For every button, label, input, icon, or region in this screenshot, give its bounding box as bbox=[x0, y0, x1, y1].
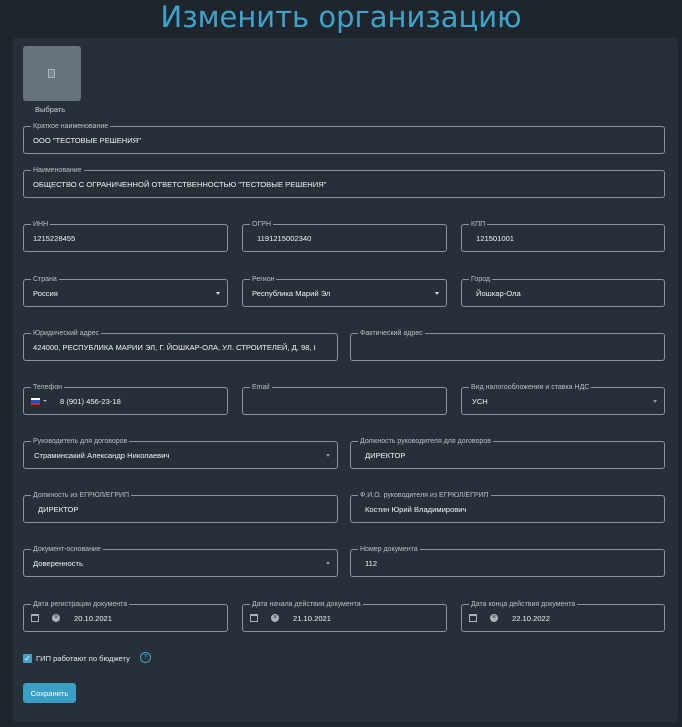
name-field[interactable]: Наименование ОБЩЕСТВО С ОГРАНИЧЕННОЙ ОТВ… bbox=[23, 166, 665, 198]
short-name-value[interactable]: ООО "ТЕСТОВЫЕ РЕШЕНИЯ" bbox=[33, 127, 654, 153]
egrul-position-field[interactable]: Должность из ЕГРЮЛ/ЕГРИП ДИРЕКТОР bbox=[23, 491, 338, 523]
chevron-down-icon[interactable] bbox=[326, 562, 330, 565]
calendar-icon[interactable] bbox=[250, 614, 258, 622]
chevron-down-icon[interactable] bbox=[435, 292, 439, 295]
legal-address-field[interactable]: Юридический адрес 424000, РЕСПУБЛИКА МАР… bbox=[23, 329, 338, 361]
ogrn-value[interactable]: 1191215002340 bbox=[257, 225, 436, 251]
contract-head-position-value[interactable]: ДИРЕКТОР bbox=[365, 442, 654, 468]
short-name-field[interactable]: Краткое наименование ООО "ТЕСТОВЫЕ РЕШЕН… bbox=[23, 122, 665, 154]
calendar-icon[interactable] bbox=[469, 614, 477, 622]
name-value[interactable]: ОБЩЕСТВО С ОГРАНИЧЕННОЙ ОТВЕТСТВЕННОСТЬЮ… bbox=[33, 171, 654, 197]
budget-label[interactable]: ГИП работают по бюджету bbox=[36, 653, 130, 664]
phone-value[interactable]: 8 (901) 456-23-18 bbox=[60, 388, 217, 414]
country-select[interactable]: Страна Россия bbox=[23, 275, 228, 307]
clear-icon[interactable]: × bbox=[52, 614, 60, 622]
chevron-down-icon[interactable] bbox=[216, 292, 220, 295]
email-value[interactable] bbox=[252, 388, 436, 414]
doc-end-date-field[interactable]: Дата конца действия документа × 22.10.20… bbox=[461, 600, 665, 632]
region-value[interactable]: Республика Марий Эл bbox=[252, 280, 436, 306]
legal-address-value[interactable]: 424000, РЕСПУБЛИКА МАРИИ ЭЛ, Г. ЙОШКАР-О… bbox=[33, 334, 333, 360]
clear-icon[interactable]: × bbox=[490, 614, 498, 622]
basis-doc-value[interactable]: Доверенность bbox=[33, 550, 327, 576]
region-select[interactable]: Регион Республика Марий Эл bbox=[242, 275, 447, 307]
contract-head-position-field[interactable]: Должность руководителя для договоров ДИР… bbox=[350, 437, 665, 469]
tax-select[interactable]: Вид налогообложения и ставка НДС УСН bbox=[461, 383, 665, 415]
contract-head-value[interactable]: Страминсакий Александр Николаевич bbox=[34, 442, 327, 468]
doc-reg-date-field[interactable]: Дата регистрации документа × 20.10.2021 bbox=[23, 600, 228, 632]
doc-start-date-value[interactable]: 21.10.2021 bbox=[293, 605, 436, 631]
inn-field[interactable]: ИНН 1215228455 bbox=[23, 220, 228, 252]
pick-logo-label[interactable]: Выбрать bbox=[35, 105, 65, 114]
egrul-head-value[interactable]: Костин Юрий Владимирович bbox=[365, 496, 654, 522]
budget-checkbox[interactable]: ✓ bbox=[23, 654, 32, 663]
calendar-icon[interactable] bbox=[31, 614, 39, 622]
egrul-position-value[interactable]: ДИРЕКТОР bbox=[38, 496, 327, 522]
help-icon[interactable]: ? bbox=[140, 652, 151, 663]
basis-doc-select[interactable]: Документ-основание Доверенность bbox=[23, 545, 338, 577]
doc-end-date-value[interactable]: 22.10.2022 bbox=[512, 605, 654, 631]
chevron-down-icon[interactable] bbox=[653, 400, 657, 403]
doc-reg-date-value[interactable]: 20.10.2021 bbox=[74, 605, 217, 631]
checkmark-icon: ✓ bbox=[24, 654, 31, 663]
ogrn-field[interactable]: ОГРН 1191215002340 bbox=[242, 220, 447, 252]
kpp-field[interactable]: КПП 121501001 bbox=[461, 220, 665, 252]
kpp-value[interactable]: 121501001 bbox=[476, 225, 654, 251]
document-icon bbox=[48, 69, 55, 78]
phone-field[interactable]: Телефон 8 (901) 456-23-18 bbox=[23, 383, 228, 415]
doc-number-value[interactable]: 112 bbox=[365, 550, 654, 576]
chevron-down-icon[interactable] bbox=[43, 400, 47, 402]
city-value[interactable]: Йошкар-Ола bbox=[476, 280, 654, 306]
logo-picker[interactable] bbox=[23, 46, 81, 101]
country-value[interactable]: Россия bbox=[33, 280, 217, 306]
inn-value[interactable]: 1215228455 bbox=[33, 225, 217, 251]
doc-start-date-field[interactable]: Дата начала действия документа × 21.10.2… bbox=[242, 600, 447, 632]
save-button[interactable]: Сохранить bbox=[23, 683, 76, 703]
russia-flag-icon[interactable] bbox=[31, 398, 40, 405]
tax-value[interactable]: УСН bbox=[472, 388, 654, 414]
chevron-down-icon[interactable] bbox=[326, 454, 330, 457]
city-field[interactable]: Город Йошкар-Ола bbox=[461, 275, 665, 307]
actual-address-field[interactable]: Фактический адрес bbox=[350, 329, 665, 361]
clear-icon[interactable]: × bbox=[271, 614, 279, 622]
page-title: Изменить организацию bbox=[160, 0, 522, 34]
email-field[interactable]: Email bbox=[242, 383, 447, 415]
doc-number-field[interactable]: Номер документа 112 bbox=[350, 545, 665, 577]
egrul-head-field[interactable]: Ф.И.О. руководителя из ЕГРЮЛ/ЕГРИП Кости… bbox=[350, 491, 665, 523]
contract-head-select[interactable]: Руководитель для договоров Страминсакий … bbox=[23, 437, 338, 469]
actual-address-value[interactable] bbox=[360, 334, 654, 360]
